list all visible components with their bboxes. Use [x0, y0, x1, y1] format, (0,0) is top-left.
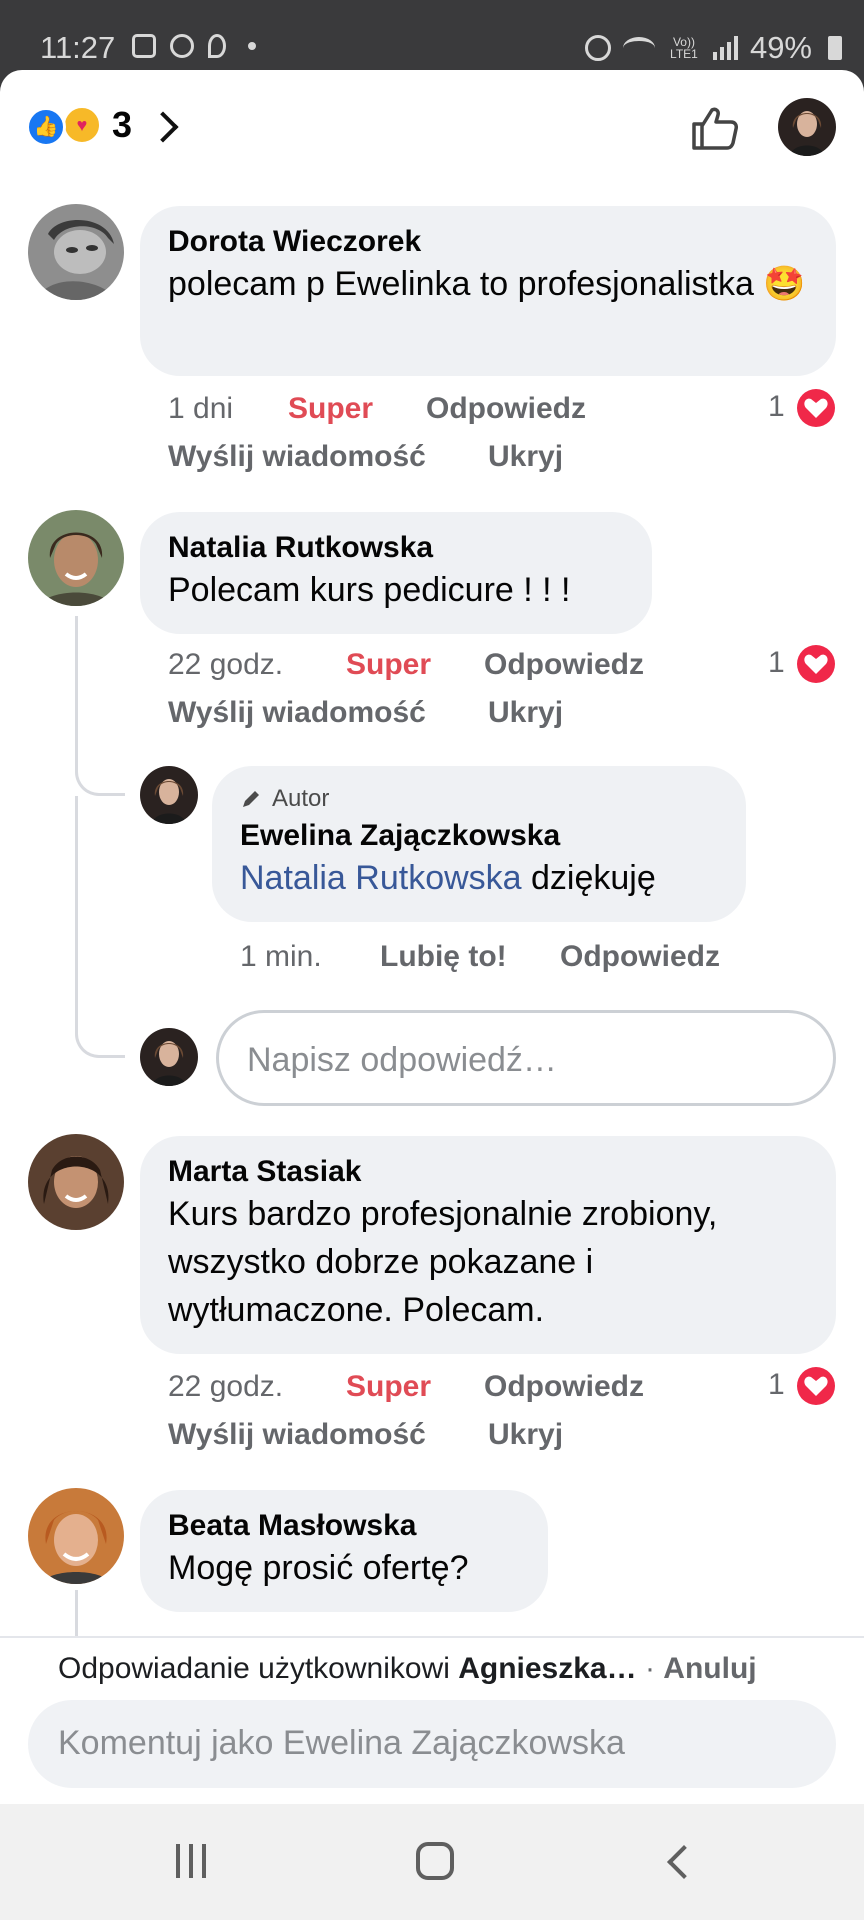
gallery-icon	[132, 34, 156, 58]
thread-connector	[75, 796, 125, 1058]
comments-sheet: 👍 ♥ 3 Dorota Wieczorek polecam p Ewelink…	[0, 70, 864, 1804]
send-message-button[interactable]: Wyślij wiadomość	[168, 1418, 426, 1452]
comment-text: Mogę prosić ofertę?	[168, 1549, 469, 1587]
comment-author[interactable]: Dorota Wieczorek	[168, 224, 808, 260]
star-struck-emoji: 🤩	[763, 265, 806, 303]
home-icon[interactable]	[416, 1842, 454, 1880]
reactions-bar[interactable]: 👍 ♥ 3	[0, 70, 864, 190]
send-message-button[interactable]: Wyślij wiadomość	[168, 696, 426, 730]
avatar[interactable]	[28, 1134, 124, 1230]
hide-button[interactable]: Ukryj	[488, 696, 563, 730]
comment-time: 22 godz.	[168, 1370, 284, 1403]
comment-text: Polecam kurs pedicure ! ! !	[168, 571, 571, 609]
comment-author[interactable]: Beata Masłowska	[168, 1508, 520, 1544]
send-message-button[interactable]: Wyślij wiadomość	[168, 440, 426, 474]
comment-time: 22 godz.	[168, 648, 284, 681]
cancel-button[interactable]: Anuluj	[663, 1652, 756, 1685]
hide-button[interactable]: Ukryj	[488, 440, 563, 474]
like-count: 1	[768, 646, 785, 679]
comment-bubble[interactable]: Beata Masłowska Mogę prosić ofertę?	[140, 1490, 548, 1612]
reaction-super-button[interactable]: Super	[346, 648, 431, 682]
status-time: 11:27	[40, 30, 116, 65]
battery-icon	[828, 36, 842, 60]
heart-icon	[797, 645, 835, 683]
system-nav-bar	[0, 1804, 864, 1920]
app-notification-icon	[170, 34, 194, 58]
mention-link[interactable]: Natalia Rutkowska	[240, 859, 522, 897]
comment-text: polecam p Ewelinka to profesjonalistka 🤩	[168, 265, 806, 303]
reply-button[interactable]: Odpowiedz	[560, 940, 720, 974]
notification-icons	[132, 34, 256, 58]
comment-bubble[interactable]: Dorota Wieczorek polecam p Ewelinka to p…	[140, 206, 836, 376]
heart-icon	[797, 389, 835, 427]
author-badge: Autor	[240, 784, 718, 814]
reply-button[interactable]: Odpowiedz	[426, 392, 586, 426]
reply-time: 1 min.	[240, 940, 322, 973]
comment-author[interactable]: Marta Stasiak	[168, 1154, 808, 1190]
battery-percent: 49%	[749, 30, 812, 65]
signal-icon	[712, 36, 738, 60]
like-reaction-icon: 👍	[26, 107, 66, 147]
location-icon	[208, 34, 226, 58]
chevron-right-icon[interactable]	[147, 111, 179, 143]
heart-icon	[797, 1367, 835, 1405]
current-user-avatar	[140, 1028, 198, 1086]
like-count: 1	[768, 390, 785, 423]
thread-connector	[75, 616, 125, 796]
current-user-avatar[interactable]	[778, 98, 836, 156]
thread-connector	[75, 1590, 78, 1636]
recent-apps-icon[interactable]	[176, 1844, 206, 1878]
alarm-icon	[584, 35, 611, 61]
comment-author[interactable]: Natalia Rutkowska	[168, 530, 624, 566]
reply-button[interactable]: Odpowiedz	[484, 1370, 644, 1404]
like-count: 1	[768, 1368, 785, 1401]
reply-text: Natalia Rutkowska dziękuję	[240, 859, 656, 897]
reply-button[interactable]: Odpowiedz	[484, 648, 644, 682]
status-indicators: Vo)) LTE1 49%	[584, 30, 842, 66]
avatar[interactable]	[28, 510, 124, 606]
comment-input[interactable]: Komentuj jako Ewelina Zajączkowska	[28, 1700, 836, 1788]
comment-text: Kurs bardzo profesjonalnie zrobiony, wsz…	[168, 1195, 718, 1329]
status-bar: 11:27 Vo)) LTE1 49%	[0, 0, 864, 72]
more-notifications-icon	[248, 42, 256, 50]
reaction-super-button[interactable]: Super	[288, 392, 373, 426]
thumbs-up-icon[interactable]	[690, 106, 738, 150]
avatar[interactable]	[28, 1488, 124, 1584]
comment-bubble[interactable]: Natalia Rutkowska Polecam kurs pedicure …	[140, 512, 652, 634]
author-badge-label: Autor	[272, 785, 330, 812]
back-icon[interactable]	[667, 1845, 701, 1879]
comment-composer: Odpowiadanie użytkownikowi Agnieszka… · …	[0, 1636, 864, 1804]
pencil-icon	[243, 791, 259, 807]
comment-bubble[interactable]: Marta Stasiak Kurs bardzo profesjonalnie…	[140, 1136, 836, 1354]
care-reaction-icon: ♥	[62, 105, 102, 145]
wifi-icon	[622, 37, 655, 59]
reply-input-placeholder: Napisz odpowiedź…	[247, 1041, 557, 1079]
volte-label: Vo)) LTE1	[670, 35, 698, 61]
reaction-super-button[interactable]: Super	[346, 1370, 431, 1404]
like-button[interactable]: Lubię to!	[380, 940, 507, 974]
comment-input-placeholder: Komentuj jako Ewelina Zajączkowska	[58, 1724, 625, 1762]
replying-to-banner: Odpowiadanie użytkownikowi Agnieszka… · …	[58, 1652, 757, 1685]
reply-author[interactable]: Ewelina Zajączkowska	[240, 818, 718, 854]
avatar[interactable]	[28, 204, 124, 300]
reply-bubble[interactable]: Autor Ewelina Zajączkowska Natalia Rutko…	[212, 766, 746, 922]
reaction-count: 3	[112, 104, 133, 145]
comment-time: 1 dni	[168, 392, 234, 425]
reply-input[interactable]: Napisz odpowiedź…	[216, 1010, 836, 1106]
reply-author-avatar[interactable]	[140, 766, 198, 824]
hide-button[interactable]: Ukryj	[488, 1418, 563, 1452]
replying-user: Agnieszka…	[458, 1652, 637, 1685]
